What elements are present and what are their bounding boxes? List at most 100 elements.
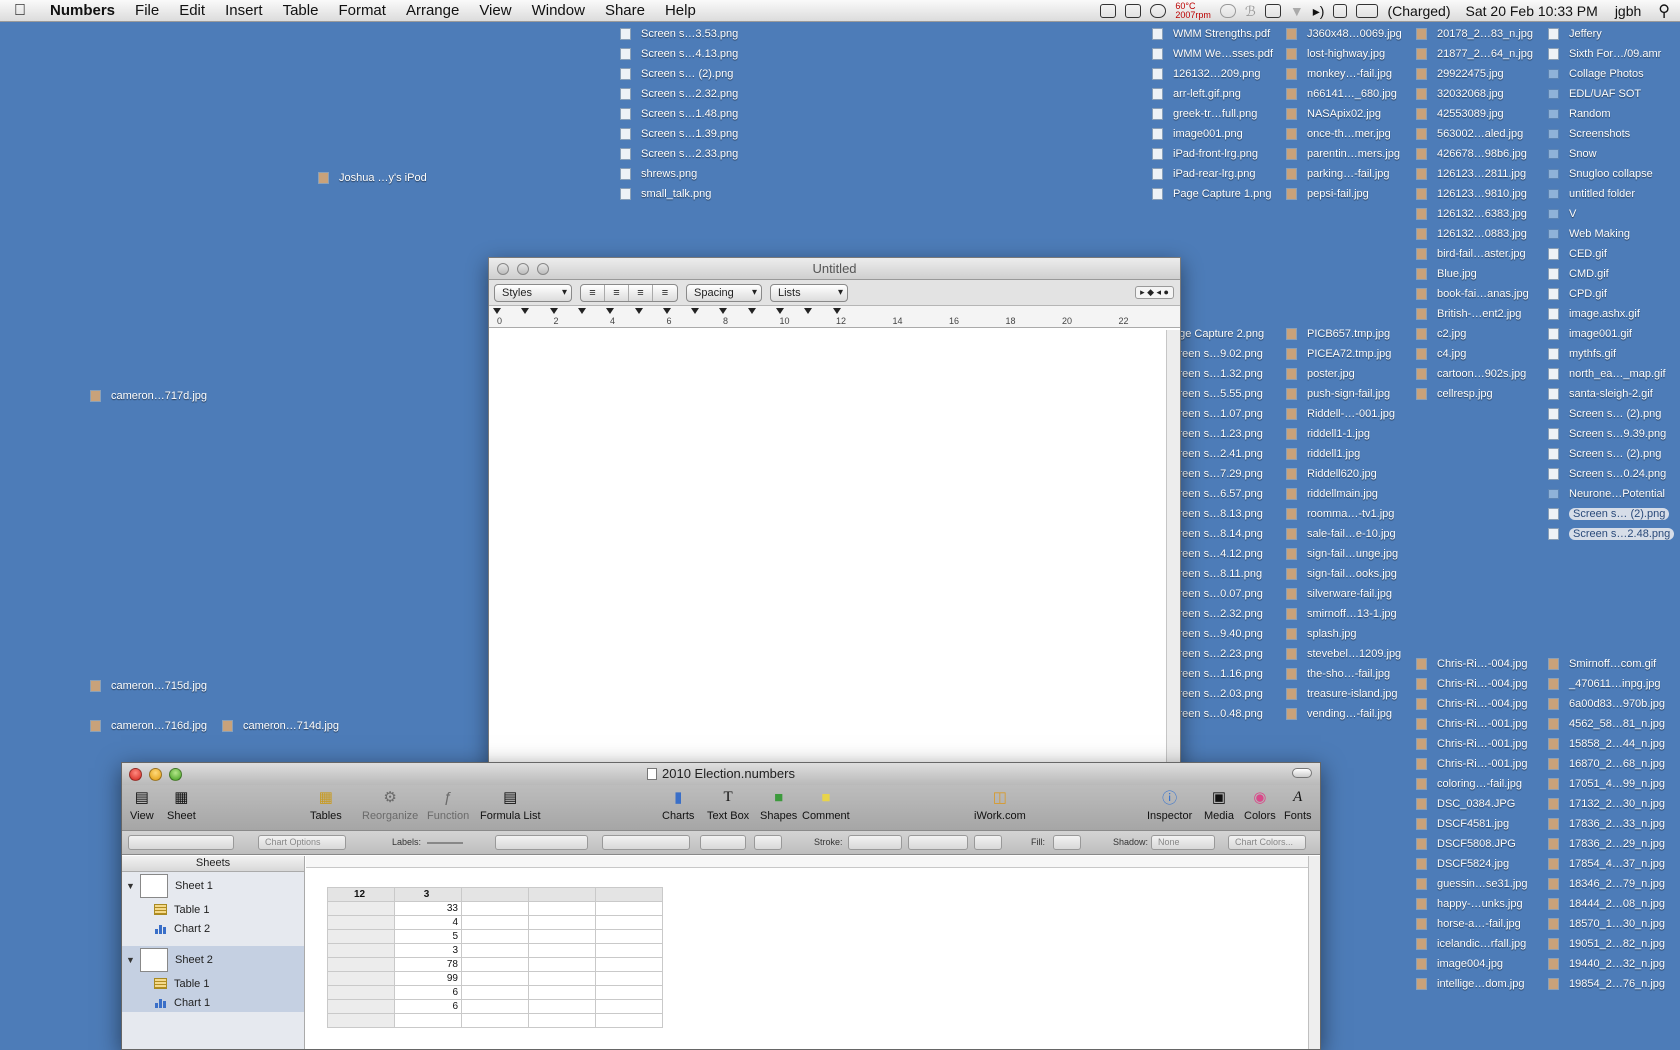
spacing-popup[interactable]: Spacing (686, 283, 762, 302)
desktop-icon[interactable]: PICEA72.tmp.jpg (1286, 348, 1391, 360)
inspector-button[interactable]: ⓘ Inspector (1147, 787, 1192, 823)
desktop-icon[interactable]: smirnoff…13-1.jpg (1286, 608, 1397, 620)
comment-button[interactable]: ■ Comment (802, 787, 850, 823)
battery-status[interactable]: (Charged) (1387, 3, 1450, 19)
desktop-icon[interactable]: cameron…714d.jpg (222, 720, 339, 732)
table-cell[interactable] (461, 1013, 529, 1028)
desktop-icon[interactable]: CPD.gif (1548, 288, 1607, 300)
desktop-icon[interactable]: 17854_4…37_n.jpg (1548, 858, 1665, 870)
desktop-icon[interactable]: _470611…inpg.jpg (1548, 678, 1661, 690)
row-header-cell[interactable] (327, 901, 395, 916)
table-cell[interactable]: 78 (394, 957, 462, 972)
bluetooth-icon[interactable]: ℬ (1245, 3, 1256, 20)
table-cell[interactable] (595, 999, 663, 1014)
input-menu-icon[interactable] (1333, 4, 1348, 18)
tab-stop-marker[interactable] (606, 308, 615, 314)
tab-stop-controls[interactable]: ▸ ◆ ◂ ● (1135, 286, 1174, 299)
desktop-icon[interactable]: 126132…209.png (1152, 68, 1260, 80)
desktop-icon[interactable]: Chris-Ri…-001.jpg (1416, 758, 1527, 770)
header-cell[interactable]: 12 (327, 887, 395, 902)
table-cell[interactable] (394, 1013, 462, 1028)
table-cell[interactable] (528, 957, 596, 972)
desktop-icon[interactable]: 17051_4…99_n.jpg (1548, 778, 1665, 790)
toolbar-toggle-button[interactable] (1292, 768, 1312, 778)
desktop-icon[interactable]: Web Making (1548, 228, 1630, 240)
desktop-icon[interactable]: Screen s… (2).png (1548, 448, 1661, 460)
desktop-icon[interactable]: stevebel…1209.jpg (1286, 648, 1401, 660)
table-cell[interactable] (595, 943, 663, 958)
desktop-icon[interactable]: 6a00d83…970b.jpg (1548, 698, 1665, 710)
desktop-icon[interactable]: monkey…-fail.jpg (1286, 68, 1392, 80)
desktop-icon[interactable]: Blue.jpg (1416, 268, 1477, 280)
document-proxy-icon[interactable] (647, 768, 657, 780)
desktop-icon[interactable]: WMM Strengths.pdf (1152, 28, 1270, 40)
user-name[interactable]: jgbh (1615, 3, 1641, 19)
sheet-canvas[interactable]: 12 3 33 4 5 3 78 99 6 6 (306, 856, 1308, 1049)
desktop-icon[interactable]: sale-fail…e-10.jpg (1286, 528, 1396, 540)
desktop-icon[interactable]: cameron…717d.jpg (90, 390, 207, 402)
desktop-icon[interactable]: 17836_2…29_n.jpg (1548, 838, 1665, 850)
table-cell[interactable] (528, 929, 596, 944)
menu-arrange[interactable]: Arrange (396, 2, 469, 19)
table-cell[interactable] (595, 915, 663, 930)
desktop-icon[interactable]: 126123…2811.jpg (1416, 168, 1526, 180)
desktop-icon[interactable]: riddell1-1.jpg (1286, 428, 1370, 440)
table-cell[interactable] (595, 985, 663, 1000)
tab-stop-marker[interactable] (634, 308, 643, 314)
desktop-icon[interactable]: guessin…se31.jpg (1416, 878, 1528, 890)
align-justify-icon[interactable]: ≡ (629, 284, 653, 301)
desktop-icon[interactable]: intellige…dom.jpg (1416, 978, 1524, 990)
disclosure-triangle-icon[interactable]: ▼ (126, 881, 138, 891)
table-cell[interactable] (461, 985, 529, 1000)
desktop-icon[interactable]: poster.jpg (1286, 368, 1355, 380)
menu-help[interactable]: Help (655, 2, 706, 19)
charts-button[interactable]: ▮ Charts (662, 787, 694, 822)
desktop-icon[interactable]: Snow (1548, 148, 1597, 160)
battery-icon[interactable] (1356, 4, 1379, 18)
desktop-icon[interactable]: cameron…716d.jpg (90, 720, 207, 732)
desktop-icon[interactable]: sign-fail…unge.jpg (1286, 548, 1398, 560)
desktop-icon[interactable]: lost-highway.jpg (1286, 48, 1385, 60)
tab-stop-marker[interactable] (577, 308, 586, 314)
shapes-button[interactable]: ■ Shapes (760, 787, 797, 823)
close-button[interactable] (497, 263, 509, 275)
desktop-icon[interactable]: 426678…98b6.jpg (1416, 148, 1527, 160)
desktop-icon[interactable]: J360x48…0069.jpg (1286, 28, 1402, 40)
row-header-cell[interactable] (327, 943, 395, 958)
table-cell[interactable] (461, 915, 529, 930)
tab-stop-marker[interactable] (747, 308, 756, 314)
table-cell[interactable] (595, 1013, 663, 1028)
styles-popup[interactable]: Styles (494, 283, 572, 302)
desktop-icon[interactable]: 16870_2…68_n.jpg (1548, 758, 1665, 770)
desktop-icon[interactable]: riddell1.jpg (1286, 448, 1360, 460)
menu-table[interactable]: Table (273, 2, 329, 19)
desktop-icon[interactable]: Screen s…1.39.png (620, 128, 738, 140)
menu-view[interactable]: View (469, 2, 521, 19)
desktop-icon[interactable]: 29922475.jpg (1416, 68, 1504, 80)
menu-share[interactable]: Share (595, 2, 655, 19)
screens-icon[interactable] (1125, 4, 1142, 18)
desktop-icon[interactable]: Snugloo collapse (1548, 168, 1653, 180)
desktop-icon[interactable]: iPad-front-lrg.png (1152, 148, 1258, 160)
desktop-icon[interactable]: horse-a…-fail.jpg (1416, 918, 1521, 930)
desktop-icon[interactable]: EDL/UAF SOT (1548, 88, 1641, 100)
desktop-icon[interactable]: Screen s… (2).png (1548, 508, 1670, 520)
desktop-icon[interactable]: vending…-fail.jpg (1286, 708, 1392, 720)
desktop-icon[interactable]: riddellmain.jpg (1286, 488, 1378, 500)
menu-app-numbers[interactable]: Numbers (40, 2, 125, 19)
media-button[interactable]: ▣ Media (1204, 787, 1234, 822)
view-button[interactable]: ▤ View (130, 787, 154, 822)
desktop-icon[interactable]: Collage Photos (1548, 68, 1644, 80)
desktop-icon[interactable]: 563002…aled.jpg (1416, 128, 1523, 140)
zoom-button[interactable] (537, 263, 549, 275)
table-cell[interactable] (461, 943, 529, 958)
desktop-icon[interactable]: Chris-Ri…-004.jpg (1416, 698, 1527, 710)
desktop-icon[interactable]: mythfs.gif (1548, 348, 1616, 360)
menu-format[interactable]: Format (328, 2, 396, 19)
header-cell[interactable] (595, 887, 663, 902)
align-right-icon[interactable]: ≡ (653, 285, 677, 301)
header-cell[interactable]: 3 (394, 887, 462, 902)
menu-edit[interactable]: Edit (169, 2, 215, 19)
row-header-cell[interactable] (327, 971, 395, 986)
desktop-icon[interactable]: Screen s…4.13.png (620, 48, 738, 60)
